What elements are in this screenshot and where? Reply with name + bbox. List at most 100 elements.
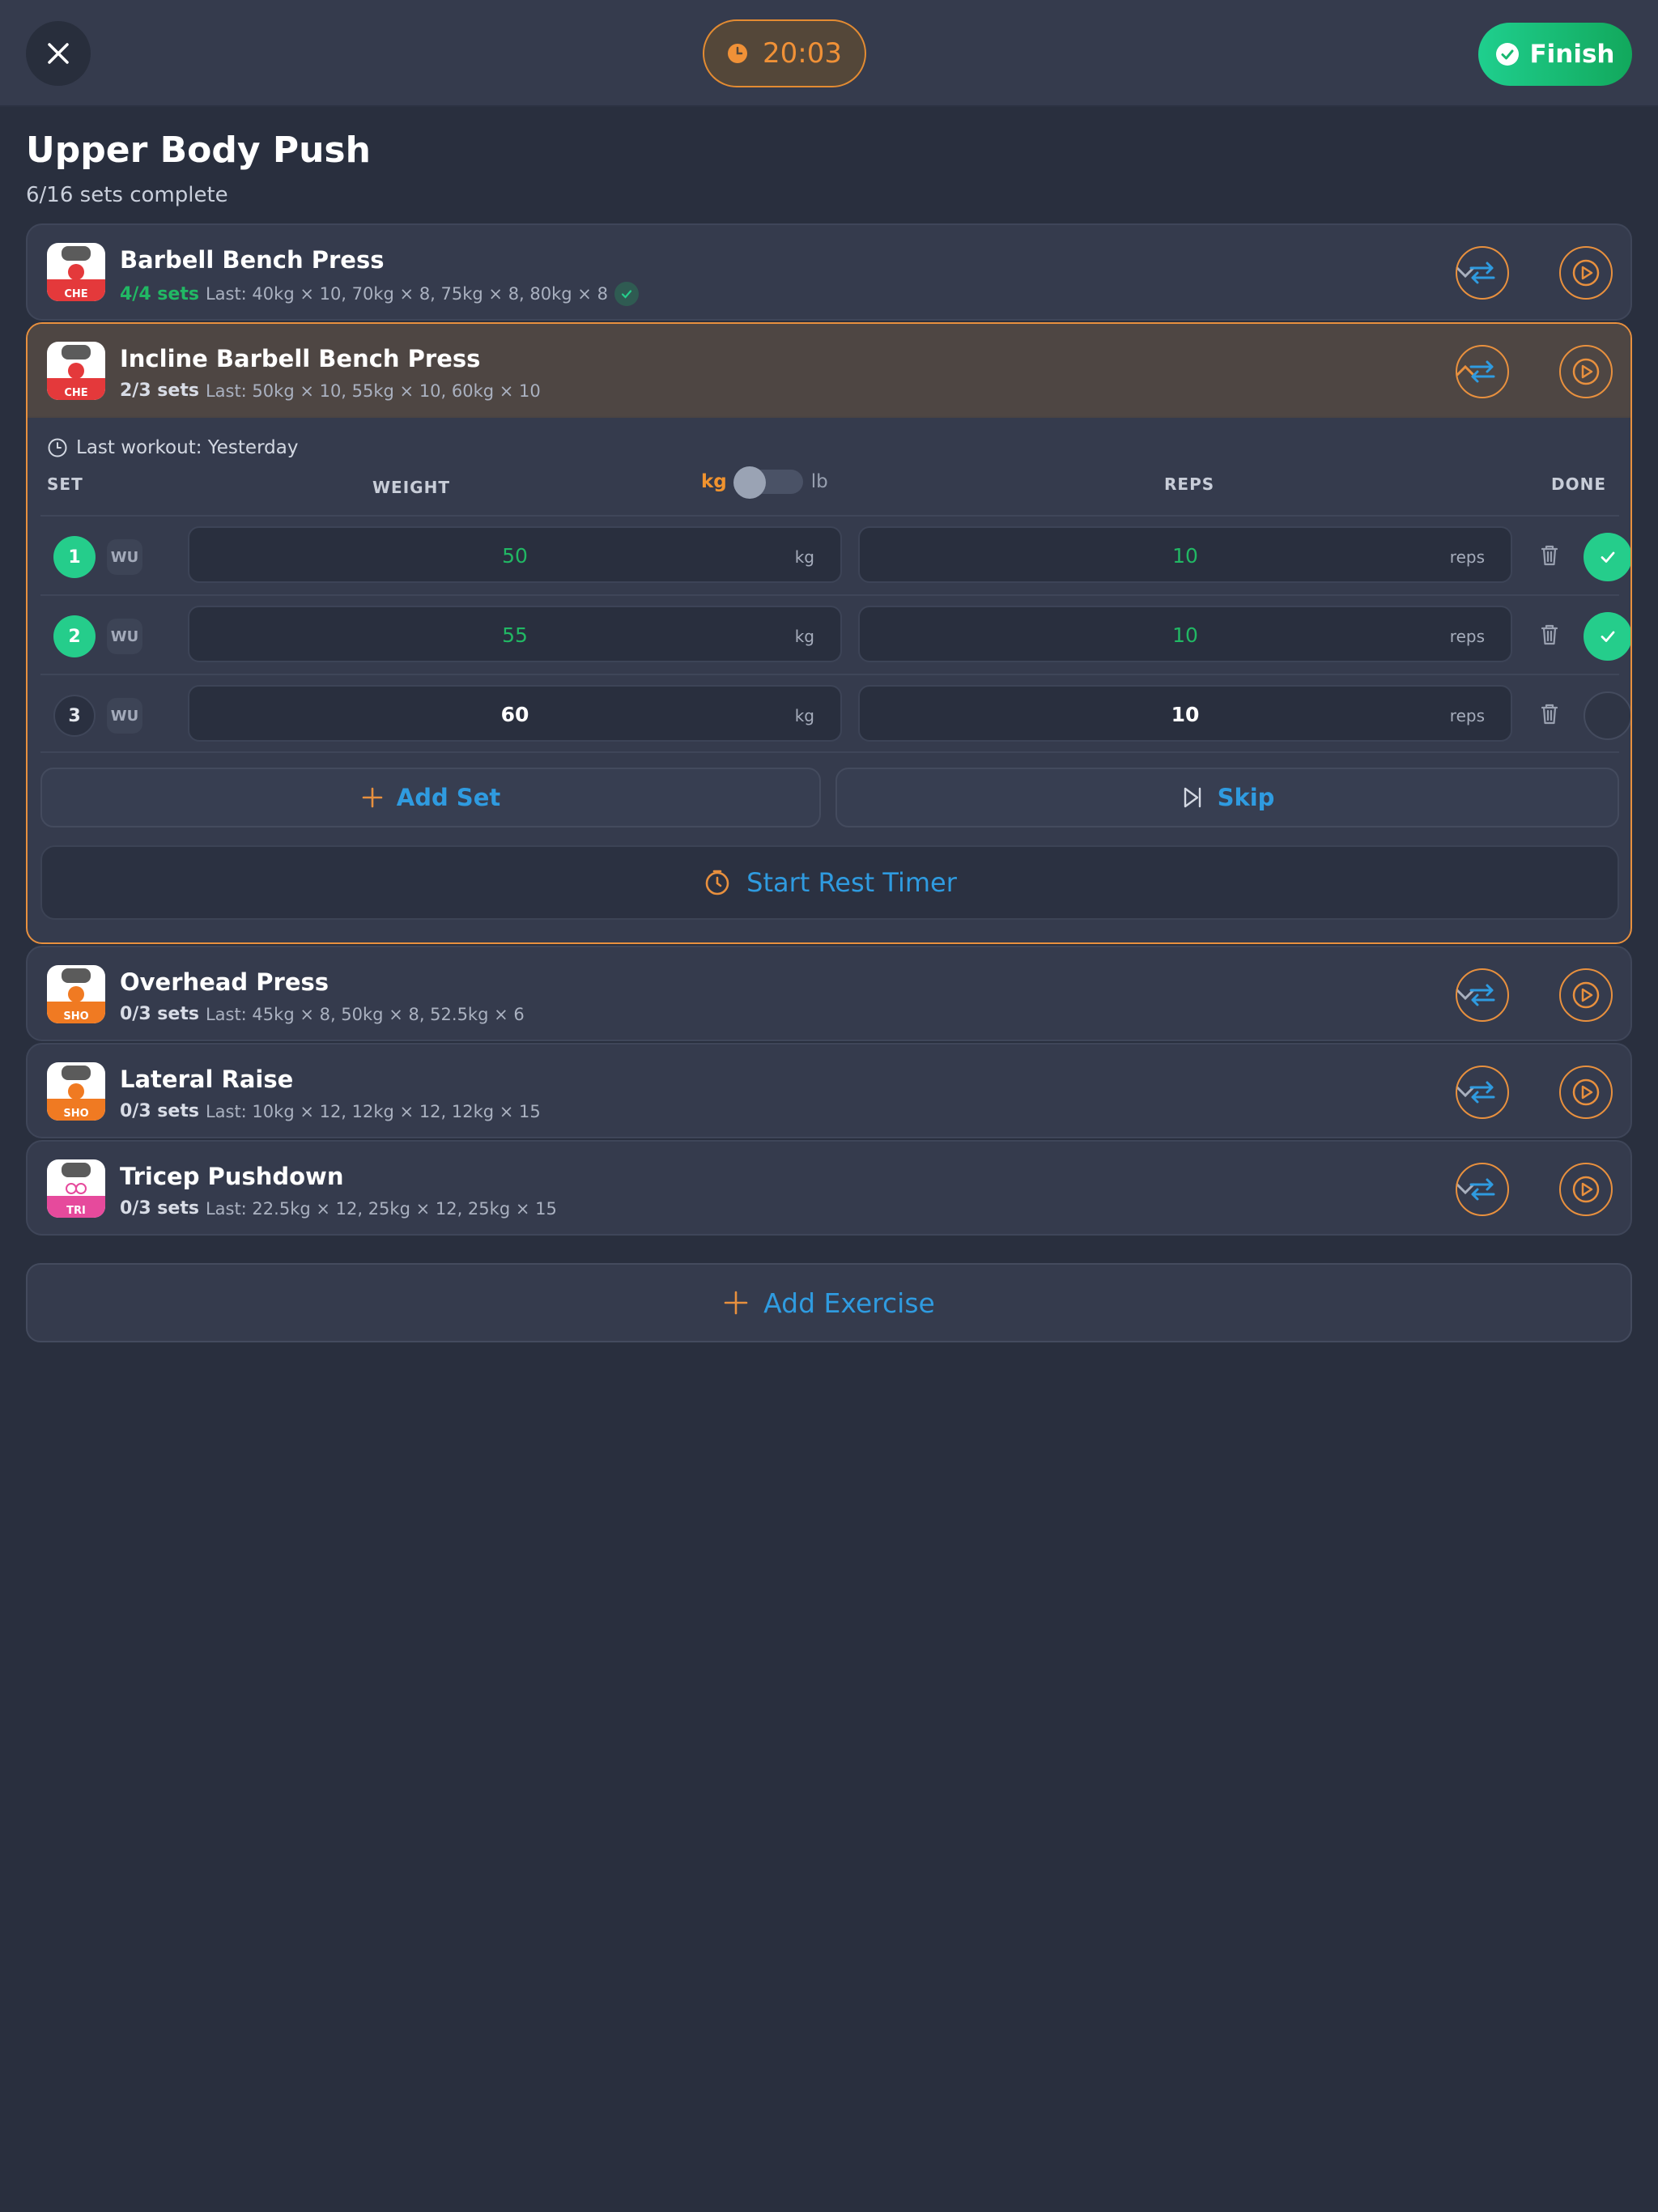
sets-count: 0/3 sets [120, 1004, 199, 1024]
unit-kg-label: kg [701, 471, 727, 492]
close-icon [48, 43, 69, 64]
check-icon [1601, 631, 1615, 642]
sets-count: 0/3 sets [120, 1101, 199, 1121]
exercise-video-button[interactable] [1559, 1163, 1613, 1216]
reps-value: 10 [1172, 544, 1198, 568]
set-number: 1 [53, 536, 96, 578]
exercise-thumbnail: TRI [47, 1159, 105, 1218]
swap-exercise-button[interactable] [1456, 246, 1509, 300]
sets-count: 2/3 sets [120, 381, 199, 401]
last-performance: Last: 22.5kg × 12, 25kg × 12, 25kg × 15 [205, 1198, 557, 1219]
clock-icon [48, 438, 67, 457]
exercise-thumbnail: CHE [47, 342, 105, 400]
unit-switch[interactable] [733, 466, 803, 499]
play-circle-icon [1572, 259, 1600, 287]
last-workout-info: Last workout: Yesterday [47, 437, 298, 458]
last-performance: Last: 10kg × 12, 12kg × 12, 12kg × 15 [205, 1101, 541, 1121]
close-button[interactable] [26, 21, 91, 86]
check-circle-icon [1496, 43, 1520, 66]
exercise-header[interactable]: CHE Barbell Bench Press 4/4 sets Last: 4… [28, 225, 1630, 319]
set-row: 2 WU 55 kg 10 reps [40, 594, 1630, 674]
warmup-toggle[interactable]: WU [107, 619, 142, 654]
muscle-badge-label: SHO [63, 1010, 89, 1023]
exercise-card[interactable]: CHE Barbell Bench Press 4/4 sets Last: 4… [26, 223, 1632, 321]
set-row: 1 WU 50 kg 10 reps [40, 515, 1630, 594]
exercise-video-button[interactable] [1559, 968, 1613, 1022]
exercise-card[interactable]: TRI Tricep Pushdown 0/3 sets Last: 22.5k… [26, 1140, 1632, 1236]
trash-icon[interactable] [1535, 700, 1564, 729]
trash-icon[interactable] [1535, 620, 1564, 649]
muscle-badge: SHO [47, 1001, 105, 1023]
play-circle-icon [1572, 981, 1600, 1009]
timer-value: 20:03 [763, 37, 842, 70]
plus-icon [724, 1291, 748, 1315]
set-done-button[interactable] [1584, 691, 1630, 740]
unit-toggle[interactable]: kg lb [701, 466, 828, 499]
muscle-badge-label: CHE [64, 387, 88, 399]
weight-value: 60 [500, 703, 529, 726]
finish-button[interactable]: Finish [1478, 23, 1632, 86]
weight-unit: kg [794, 706, 814, 725]
warmup-toggle[interactable]: WU [107, 698, 142, 734]
sets-count: 0/3 sets [120, 1198, 199, 1219]
exercise-video-button[interactable] [1559, 1066, 1613, 1119]
exercise-video-button[interactable] [1559, 345, 1613, 398]
swap-exercise-button[interactable] [1456, 1163, 1509, 1216]
exercise-summary: 0/3 sets Last: 10kg × 12, 12kg × 12, 12k… [120, 1101, 541, 1121]
exercise-card-active[interactable]: CHE Incline Barbell Bench Press 2/3 sets… [26, 322, 1632, 944]
set-done-button[interactable] [1584, 612, 1630, 661]
swap-exercise-button[interactable] [1456, 1066, 1509, 1119]
exercise-header[interactable]: SHO Overhead Press 0/3 sets Last: 45kg ×… [28, 947, 1630, 1041]
unit-lb-label: lb [810, 471, 828, 492]
set-done-button[interactable] [1584, 533, 1630, 581]
exercise-header[interactable]: TRI Tricep Pushdown 0/3 sets Last: 22.5k… [28, 1142, 1630, 1236]
start-rest-timer-button[interactable]: Start Rest Timer [40, 845, 1619, 920]
play-circle-icon [1572, 1078, 1600, 1106]
weight-unit: kg [794, 547, 814, 567]
muscle-badge-label: SHO [63, 1108, 89, 1120]
skip-icon [1184, 787, 1201, 808]
muscle-badge-label: CHE [64, 288, 88, 300]
add-set-button[interactable]: Add Set [40, 768, 821, 827]
exercise-video-button[interactable] [1559, 246, 1613, 300]
swap-exercise-button[interactable] [1456, 345, 1509, 398]
plus-icon [362, 787, 383, 808]
last-performance: Last: 40kg × 10, 70kg × 8, 75kg × 8, 80k… [205, 284, 608, 304]
clock-icon [728, 44, 747, 63]
reps-value: 10 [1171, 703, 1200, 726]
reps-unit: reps [1449, 627, 1485, 646]
reps-unit: reps [1449, 547, 1485, 567]
column-header-done: DONE [1551, 474, 1607, 494]
muscle-badge: SHO [47, 1098, 105, 1121]
swap-icon [1469, 262, 1495, 284]
play-circle-icon [1572, 358, 1600, 385]
completed-icon [614, 282, 639, 306]
trash-icon[interactable] [1535, 541, 1564, 570]
exercise-header[interactable]: CHE Incline Barbell Bench Press 2/3 sets… [28, 324, 1630, 418]
skip-button[interactable]: Skip [835, 768, 1619, 827]
weight-input[interactable]: 55 kg [188, 606, 842, 662]
exercise-thumbnail: CHE [47, 243, 105, 301]
add-exercise-button[interactable]: Add Exercise [26, 1263, 1632, 1342]
reps-input[interactable]: 10 reps [858, 606, 1512, 662]
exercise-header[interactable]: SHO Lateral Raise 0/3 sets Last: 10kg × … [28, 1044, 1630, 1138]
swap-icon [1469, 360, 1495, 383]
exercise-card[interactable]: SHO Lateral Raise 0/3 sets Last: 10kg × … [26, 1043, 1632, 1138]
rest-timer-label: Start Rest Timer [746, 867, 957, 898]
exercise-name: Tricep Pushdown [120, 1163, 344, 1190]
swap-exercise-button[interactable] [1456, 968, 1509, 1022]
column-header-set: SET [47, 474, 83, 494]
weight-input[interactable]: 60 kg [188, 685, 842, 742]
reps-input[interactable]: 10 reps [858, 526, 1512, 583]
reps-unit: reps [1449, 706, 1485, 725]
workout-timer[interactable]: 20:03 [703, 19, 866, 87]
reps-input[interactable]: 10 reps [858, 685, 1512, 742]
sets-count: 4/4 sets [120, 283, 199, 304]
exercise-card[interactable]: SHO Overhead Press 0/3 sets Last: 45kg ×… [26, 946, 1632, 1041]
set-number: 2 [53, 615, 96, 657]
warmup-toggle[interactable]: WU [107, 539, 142, 575]
page-title: Upper Body Push [26, 130, 371, 171]
weight-input[interactable]: 50 kg [188, 526, 842, 583]
exercise-thumbnail: SHO [47, 1062, 105, 1121]
weight-unit: kg [794, 627, 814, 646]
